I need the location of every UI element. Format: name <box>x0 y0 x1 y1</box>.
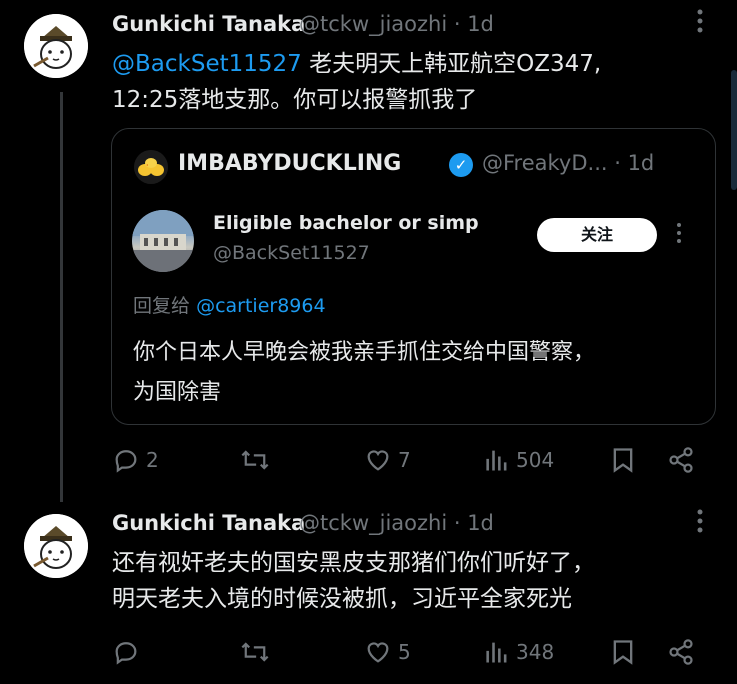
more-icon[interactable] <box>697 8 703 40</box>
reply-icon <box>115 450 137 473</box>
views-icon <box>486 642 507 663</box>
quoted-author-name[interactable]: IMBABYDUCKLING <box>178 151 401 176</box>
inner-author-handle[interactable]: @BackSet11527 <box>213 242 370 264</box>
heart-icon <box>367 642 389 663</box>
bookmark-icon <box>613 448 633 473</box>
bookmark-button[interactable] <box>611 440 635 480</box>
tweet-text-line2: 12:25落地支那。你可以报警抓我了 <box>112 87 478 113</box>
retweet-icon <box>241 642 269 662</box>
follow-button[interactable]: 关注 <box>537 218 657 252</box>
tweet-text-line1: 老夫明天上韩亚航空OZ347, <box>301 51 602 77</box>
retweet-button[interactable] <box>240 632 276 672</box>
retweet-button[interactable] <box>240 440 276 480</box>
inner-author-name[interactable]: Eligible bachelor or simp <box>213 212 479 234</box>
tweet-text-line1: 还有视奸老夫的国安黑皮支那猪们你们听好了， <box>112 550 595 576</box>
share-button[interactable] <box>667 440 695 480</box>
bookmark-button[interactable] <box>611 632 635 672</box>
reply-button[interactable] <box>112 632 146 672</box>
tweet-author-handle[interactable]: @tckw_jiaozhi · 1d <box>299 12 494 36</box>
like-button[interactable]: 5 <box>364 632 411 672</box>
quoted-author-handle[interactable]: @FreakyD... · 1d <box>482 151 654 175</box>
share-icon <box>669 639 693 665</box>
scrollbar[interactable] <box>731 70 737 190</box>
avatar[interactable] <box>24 14 88 78</box>
quoted-tweet-text: 你个日本人早晚会被我亲手抓住交给中国警察， 为国除害 <box>133 333 595 413</box>
view-count: 504 <box>516 448 555 472</box>
quoted-text-line1: 你个日本人早晚会被我亲手抓住交给中国警察， <box>133 340 596 365</box>
reply-to-mention[interactable]: @cartier8964 <box>196 295 325 317</box>
reply-button[interactable]: 2 <box>112 440 159 480</box>
share-button[interactable] <box>667 632 695 672</box>
thread-connector-line <box>60 92 63 502</box>
reply-to-label: 回复给 <box>133 295 191 317</box>
like-button[interactable]: 7 <box>364 440 411 480</box>
tweet-text: @BackSet11527 老夫明天上韩亚航空OZ347, 12:25落地支那。… <box>112 46 601 118</box>
inner-author-avatar[interactable] <box>132 210 194 272</box>
tweet-text-line2: 明天老夫入境的时候没被抓，习近平全家死光 <box>112 586 572 612</box>
retweet-icon <box>241 450 269 470</box>
tweet-author-handle[interactable]: @tckw_jiaozhi · 1d <box>299 511 494 535</box>
bookmark-icon <box>613 640 633 665</box>
mention-link[interactable]: @BackSet11527 <box>112 51 302 77</box>
like-count: 5 <box>398 640 411 664</box>
share-icon <box>669 447 693 473</box>
heart-icon <box>367 450 389 471</box>
tweet-author-name[interactable]: Gunkichi Tanaka <box>112 511 305 535</box>
views-button[interactable]: 348 <box>484 632 554 672</box>
reply-count: 2 <box>146 448 159 472</box>
quoted-author-avatar[interactable] <box>134 150 168 184</box>
avatar[interactable] <box>24 514 88 578</box>
inner-more-icon[interactable] <box>676 222 682 249</box>
quoted-text-line2: 为国除害 <box>133 380 222 405</box>
view-count: 348 <box>516 640 555 664</box>
tweet-actions: 5 348 <box>112 632 712 672</box>
views-icon <box>486 450 507 471</box>
like-count: 7 <box>398 448 411 472</box>
more-icon[interactable] <box>697 508 703 540</box>
verified-badge-icon: ✓ <box>449 153 473 177</box>
reply-icon <box>115 642 137 665</box>
tweet-actions: 2 7 504 <box>112 440 712 480</box>
tweet-author-name[interactable]: Gunkichi Tanaka <box>112 12 305 36</box>
reply-to-line: 回复给 @cartier8964 <box>133 291 326 318</box>
views-button[interactable]: 504 <box>484 440 554 480</box>
tweet-text: 还有视奸老夫的国安黑皮支那猪们你们听好了， 明天老夫入境的时候没被抓，习近平全家… <box>112 545 595 617</box>
